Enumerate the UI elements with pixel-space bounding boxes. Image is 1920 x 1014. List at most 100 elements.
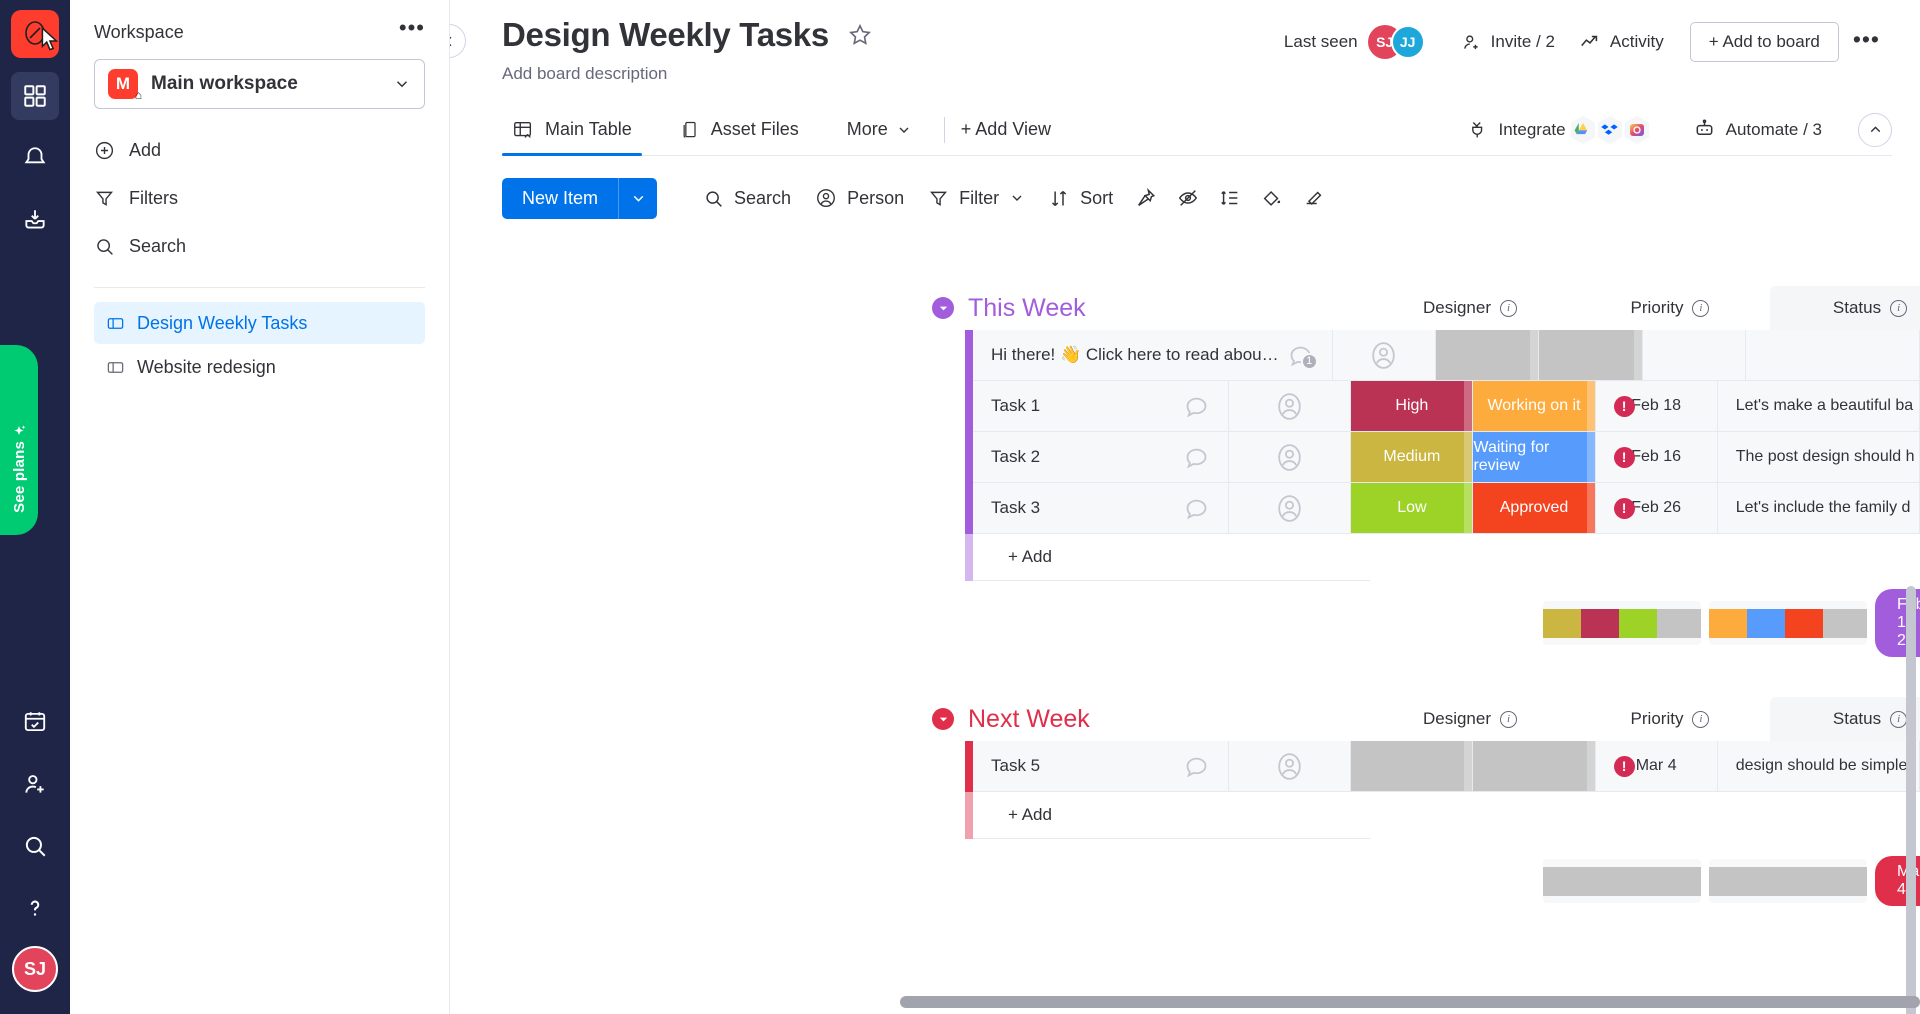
- comments-icon[interactable]: [1183, 495, 1210, 522]
- rail-item-inbox[interactable]: [11, 196, 59, 244]
- column-header-priority[interactable]: Priority i: [1570, 286, 1770, 330]
- new-item-dropdown-button[interactable]: [619, 178, 657, 219]
- column-header-designer[interactable]: Designer i: [1370, 697, 1570, 741]
- tab-main-table[interactable]: Main Table: [502, 104, 642, 155]
- person-filter-button[interactable]: Person: [803, 179, 916, 217]
- cell-date[interactable]: [1643, 330, 1746, 381]
- cell-item-name[interactable]: Task 5: [973, 741, 1229, 792]
- cell-priority[interactable]: Medium: [1351, 432, 1473, 483]
- activity-button[interactable]: Activity: [1567, 24, 1676, 60]
- cell-date[interactable]: ! Feb 18: [1596, 381, 1718, 432]
- comments-icon[interactable]: [1183, 393, 1210, 420]
- comments-icon[interactable]: [1183, 444, 1210, 471]
- info-icon[interactable]: i: [1692, 300, 1709, 317]
- add-item-row[interactable]: + Add: [450, 792, 1920, 839]
- vertical-scrollbar[interactable]: [1906, 586, 1916, 1014]
- comments-icon[interactable]: 1: [1287, 342, 1314, 369]
- avatar[interactable]: JJ: [1391, 25, 1425, 59]
- column-header-priority[interactable]: Priority i: [1570, 697, 1770, 741]
- sort-button[interactable]: Sort: [1037, 180, 1125, 217]
- cell-priority[interactable]: [1436, 330, 1539, 381]
- cell-designer[interactable]: [1333, 330, 1436, 381]
- table-row[interactable]: Hi there! 👋 Click here to read abou… 1: [450, 330, 1920, 381]
- cell-designer[interactable]: [1229, 483, 1351, 534]
- add-view-button[interactable]: + Add View: [961, 119, 1051, 140]
- cell-status[interactable]: [1473, 741, 1595, 792]
- cell-brief[interactable]: The post design should h: [1718, 432, 1920, 483]
- group-name[interactable]: This Week: [968, 294, 1086, 323]
- rail-item-invite-member[interactable]: [11, 760, 59, 808]
- info-icon[interactable]: i: [1890, 300, 1907, 317]
- paint-bucket-icon[interactable]: [1251, 179, 1293, 217]
- workspace-selector[interactable]: M ⌂ Main workspace: [94, 59, 425, 109]
- cell-priority[interactable]: [1351, 741, 1473, 792]
- group-collapse-caret-icon[interactable]: [932, 297, 954, 319]
- cell-status[interactable]: Working on it: [1473, 381, 1595, 432]
- horizontal-scrollbar[interactable]: [900, 996, 1920, 1008]
- filter-button[interactable]: Filter: [916, 180, 1037, 217]
- search-button[interactable]: Search: [691, 180, 803, 217]
- cell-item-name[interactable]: Task 2: [973, 432, 1229, 483]
- rail-item-home[interactable]: [11, 72, 59, 120]
- summary-priority[interactable]: [1543, 601, 1701, 645]
- summary-status[interactable]: [1709, 859, 1867, 903]
- sidebar-action-search[interactable]: Search: [94, 223, 425, 269]
- automate-button[interactable]: Automate / 3: [1693, 118, 1822, 141]
- cell-date[interactable]: ! Feb 16: [1596, 432, 1718, 483]
- invite-button[interactable]: Invite / 2: [1449, 25, 1567, 60]
- info-icon[interactable]: i: [1500, 711, 1517, 728]
- board-power-icon[interactable]: [1293, 179, 1335, 217]
- cell-brief[interactable]: Let's include the family d: [1718, 483, 1920, 534]
- table-row[interactable]: Task 5: [450, 741, 1920, 792]
- sidebar-more-button[interactable]: •••: [399, 23, 425, 41]
- add-item-label[interactable]: + Add: [973, 534, 1370, 581]
- sidebar-action-filters[interactable]: Filters: [94, 175, 425, 221]
- column-header-status[interactable]: Status i: [1770, 697, 1920, 741]
- group-collapse-caret-icon[interactable]: [932, 708, 954, 730]
- cell-priority[interactable]: High: [1351, 381, 1473, 432]
- rail-item-my-work[interactable]: [11, 698, 59, 746]
- rail-item-help[interactable]: [11, 884, 59, 932]
- add-item-row[interactable]: + Add: [450, 534, 1920, 581]
- rail-item-search-everything[interactable]: [11, 822, 59, 870]
- integrate-button[interactable]: Integrate: [1468, 119, 1566, 140]
- info-icon[interactable]: i: [1890, 711, 1907, 728]
- hide-eye-icon[interactable]: [1167, 179, 1209, 217]
- cell-status[interactable]: Waiting for review: [1473, 432, 1595, 483]
- rail-item-notifications[interactable]: [11, 134, 59, 182]
- add-item-label[interactable]: + Add: [973, 792, 1370, 839]
- cell-date[interactable]: ! Mar 4: [1596, 741, 1718, 792]
- cell-item-name[interactable]: Task 1: [973, 381, 1229, 432]
- table-row[interactable]: Task 1 High Working on it: [450, 381, 1920, 432]
- collapse-header-button[interactable]: [1858, 113, 1892, 147]
- avatar[interactable]: SJ: [12, 946, 58, 992]
- tab-asset-files[interactable]: Asset Files: [670, 104, 809, 155]
- cell-designer[interactable]: [1229, 741, 1351, 792]
- sidebar-item-design-weekly-tasks[interactable]: Design Weekly Tasks: [94, 302, 425, 344]
- table-row[interactable]: Task 3 Low Approved: [450, 483, 1920, 534]
- row-height-icon[interactable]: [1209, 179, 1251, 217]
- board-more-button[interactable]: •••: [1839, 26, 1890, 58]
- cell-status[interactable]: [1539, 330, 1642, 381]
- cell-item-name[interactable]: Task 3: [973, 483, 1229, 534]
- cell-status[interactable]: Approved: [1473, 483, 1595, 534]
- summary-status[interactable]: [1709, 601, 1867, 645]
- board-description[interactable]: Add board description: [502, 64, 1892, 84]
- see-plans-button[interactable]: See plans: [0, 345, 38, 535]
- tab-more-button[interactable]: More: [837, 119, 922, 140]
- cell-brief[interactable]: Let's make a beautiful ba: [1718, 381, 1920, 432]
- cell-brief[interactable]: design should be simple: [1718, 741, 1920, 792]
- pin-icon[interactable]: [1125, 179, 1167, 217]
- cell-brief[interactable]: [1746, 330, 1920, 381]
- cell-designer[interactable]: [1229, 381, 1351, 432]
- cell-date[interactable]: ! Feb 26: [1596, 483, 1718, 534]
- comments-icon[interactable]: [1183, 753, 1210, 780]
- cell-designer[interactable]: [1229, 432, 1351, 483]
- monday-logo[interactable]: [11, 10, 59, 58]
- column-header-status[interactable]: Status i: [1770, 286, 1920, 330]
- table-row[interactable]: Task 2 Medium Waiting for re: [450, 432, 1920, 483]
- info-icon[interactable]: i: [1692, 711, 1709, 728]
- sidebar-action-add[interactable]: Add: [94, 127, 425, 173]
- info-icon[interactable]: i: [1500, 300, 1517, 317]
- gradient-app-icon[interactable]: [1621, 112, 1653, 148]
